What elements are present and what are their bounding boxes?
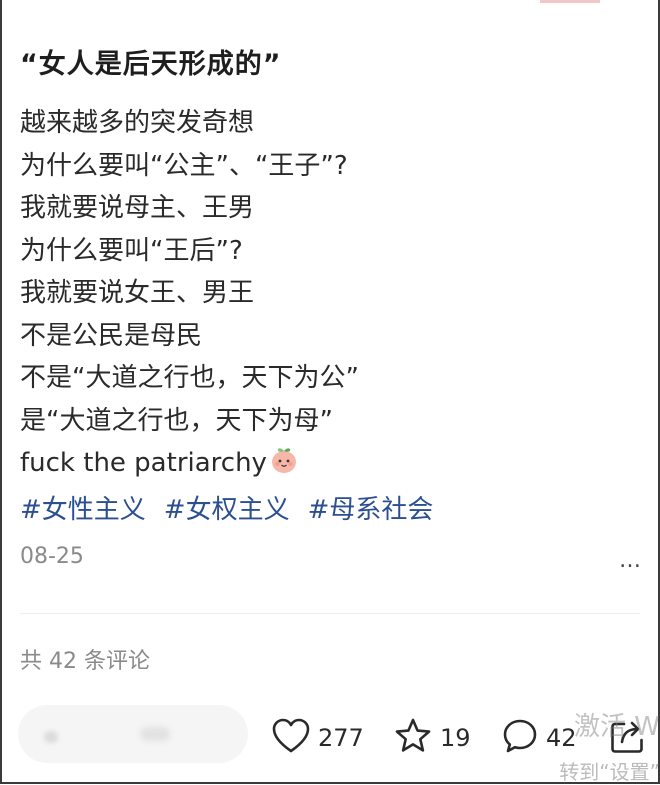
post-line-last: fuck the patriarchy [20, 442, 640, 489]
more-options-button[interactable]: … [619, 548, 642, 573]
divider [20, 613, 640, 614]
peach-face-icon [269, 445, 299, 489]
post-line: 是“大道之行也，天下为母” [20, 405, 333, 436]
activation-watermark-sub: 转到“设置” [559, 760, 660, 784]
favorite-count: 19 [440, 724, 471, 752]
post-title: “女人是后天形成的” [20, 49, 282, 80]
post-line-text: fuck the patriarchy [20, 448, 267, 478]
tag-list: #女性主义 #女权主义 #母系社会 [20, 489, 640, 532]
comment-input[interactable] [18, 705, 248, 763]
post-date: 08-25 [20, 544, 84, 569]
tag-link[interactable]: #女性主义 [20, 495, 146, 525]
post-line: 为什么要叫“王后”? [20, 235, 243, 266]
heart-icon [272, 718, 310, 758]
post-line: 不是“大道之行也，天下为公” [20, 363, 359, 393]
comment-count: 42 [546, 724, 577, 752]
like-count: 277 [318, 724, 364, 752]
top-accent-bar [540, 0, 600, 3]
post-line: 不是公民是母民 [20, 320, 203, 351]
tag-link[interactable]: #母系社会 [308, 495, 434, 525]
post-line: 为什么要叫“公主”、“王子”? [20, 150, 348, 181]
comment-total: 共 42 条评论 [20, 649, 150, 674]
comment-button[interactable]: 42 [502, 718, 577, 758]
tag-link[interactable]: #女权主义 [164, 495, 290, 525]
like-button[interactable]: 277 [272, 718, 364, 758]
post-line: 我就要说母主、王男 [20, 193, 255, 223]
post-line: 我就要说女王、男王 [20, 278, 255, 308]
post-body: 越来越多的突发奇想 为什么要叫“公主”、“王子”? 我就要说母主、王男 为什么要… [20, 102, 640, 531]
star-icon [394, 718, 432, 758]
activation-watermark: 激活 W [574, 712, 660, 742]
comment-bubble-icon [502, 718, 538, 758]
post-line: 越来越多的突发奇想 [20, 108, 255, 138]
blurred-avatar [44, 731, 58, 743]
favorite-button[interactable]: 19 [394, 718, 471, 758]
blurred-placeholder [140, 727, 170, 741]
